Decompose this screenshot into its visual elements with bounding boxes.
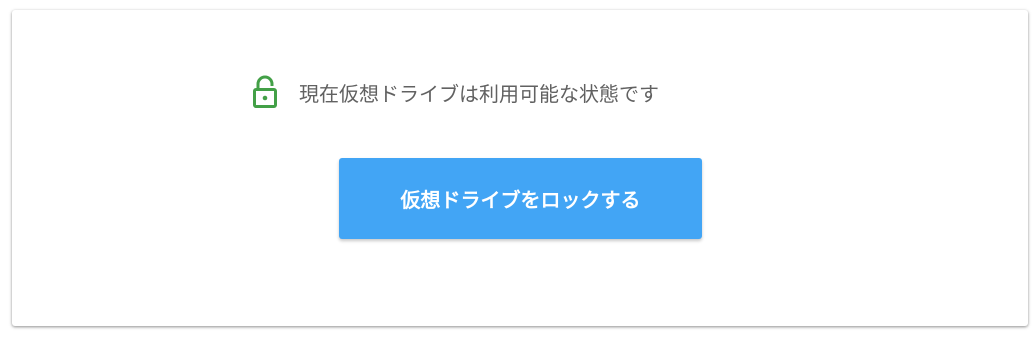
lock-drive-button[interactable]: 仮想ドライブをロックする — [339, 158, 702, 239]
drive-status-card: 現在仮想ドライブは利用可能な状態です 仮想ドライブをロックする — [12, 10, 1028, 326]
drive-status-text: 現在仮想ドライブは利用可能な状態です — [299, 81, 659, 106]
drive-status-row: 現在仮想ドライブは利用可能な状態です — [252, 72, 659, 112]
unlocked-padlock-icon — [252, 75, 278, 109]
